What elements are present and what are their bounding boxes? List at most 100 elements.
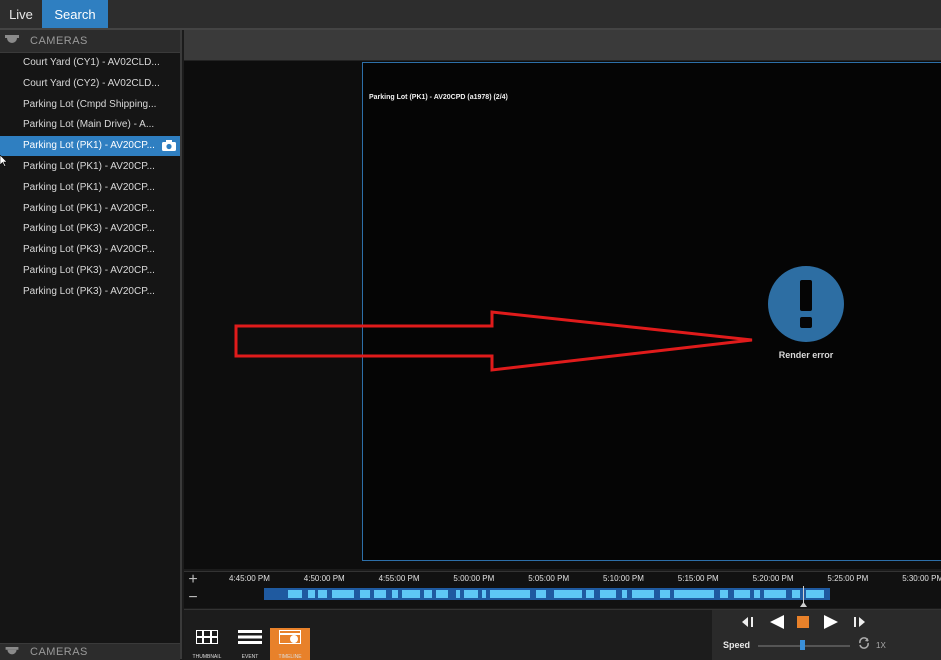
- camera-name: Parking Lot (PK1) - AV20CP...: [23, 181, 155, 193]
- recording-segment: [490, 590, 530, 598]
- error-exclamation-icon: [768, 266, 844, 342]
- recording-segment: [764, 590, 786, 598]
- cameras-footer-title: CAMERAS: [30, 646, 88, 658]
- recording-segment: [436, 590, 448, 598]
- camera-list-item[interactable]: Parking Lot (Main Drive) - A...: [0, 115, 180, 135]
- timeline-zoom-out-button[interactable]: −: [185, 590, 201, 606]
- mode-thumbnail-button[interactable]: THUMBNAIL: [187, 628, 227, 660]
- recording-segment: [536, 590, 546, 598]
- recording-segment: [288, 590, 302, 598]
- play-reverse-icon[interactable]: [768, 614, 786, 630]
- cameras-section-footer[interactable]: CAMERAS: [0, 643, 180, 660]
- recording-segment: [308, 590, 315, 598]
- camera-list-item[interactable]: Parking Lot (PK3) - AV20CP...: [0, 240, 180, 260]
- timeline-tick-label: 5:25:00 PM: [827, 574, 869, 583]
- recording-segment: [456, 590, 460, 598]
- camera-list-item[interactable]: Parking Lot (PK1) - AV20CP...: [0, 199, 180, 219]
- timeline-tick-label: 5:05:00 PM: [528, 574, 570, 583]
- timeline-zoom-in-button[interactable]: +: [185, 572, 201, 588]
- camera-name: Court Yard (CY1) - AV02CLD...: [23, 57, 160, 68]
- mouse-cursor-icon: [0, 155, 7, 167]
- viewer-toolbar: [184, 30, 941, 61]
- mode-timeline-button[interactable]: TIMELINE: [270, 628, 310, 660]
- cameras-section-header[interactable]: CAMERAS: [0, 30, 180, 53]
- speed-reset-icon[interactable]: [858, 637, 870, 649]
- thumbnail-grid-icon: [196, 630, 218, 644]
- speed-label: Speed: [723, 640, 751, 650]
- timeline-tick-label: 4:55:00 PM: [378, 574, 420, 583]
- camera-name: Court Yard (CY2) - AV02CLD...: [23, 77, 160, 89]
- step-back-icon[interactable]: [741, 616, 755, 628]
- camera-name: Parking Lot (PK1) - AV20CP...: [23, 202, 155, 214]
- annotation-arrow: [234, 310, 753, 372]
- camera-list-item[interactable]: Parking Lot (PK3) - AV20CP...: [0, 261, 180, 281]
- recording-segment: [392, 590, 398, 598]
- timeline-tick-label: 5:10:00 PM: [603, 574, 644, 583]
- timeline-tick-label: 4:50:00 PM: [303, 574, 345, 583]
- recording-segment: [622, 590, 627, 598]
- camera-name: Parking Lot (Cmpd Shipping...: [23, 98, 157, 110]
- camera-list-item[interactable]: Parking Lot (PK1) - AV20CP...: [0, 178, 180, 198]
- recording-segment: [402, 590, 420, 598]
- camera-name: Parking Lot (PK3) - AV20CP...: [23, 265, 155, 276]
- camera-list-item[interactable]: Court Yard (CY1) - AV02CLD...: [0, 53, 180, 73]
- timeline-playhead[interactable]: [800, 586, 807, 607]
- recording-segment: [792, 590, 800, 598]
- camera-list-item[interactable]: Parking Lot (PK3) - AV20CP...: [0, 219, 180, 239]
- recording-segment: [806, 590, 824, 598]
- recording-segment: [660, 590, 670, 598]
- recording-segment: [674, 590, 714, 598]
- camera-name: Parking Lot (PK1) - AV20CP...: [23, 161, 155, 172]
- viewer-camera-title: Parking Lot (PK1) - AV20CPD (a1978) (2/4…: [369, 94, 508, 101]
- recording-segment: [424, 590, 432, 598]
- recording-segment: [332, 590, 354, 598]
- mode-timeline-label: TIMELINE: [278, 654, 302, 660]
- recording-segment: [754, 590, 760, 598]
- snapshot-camera-icon[interactable]: [162, 140, 176, 152]
- camera-name: Parking Lot (Main Drive) - A...: [23, 119, 155, 131]
- camera-list-item[interactable]: Parking Lot (Cmpd Shipping...: [0, 95, 180, 115]
- camera-name: Parking Lot (PK3) - AV20CP...: [23, 285, 155, 297]
- camera-list-item[interactable]: Court Yard (CY2) - AV02CLD...: [0, 74, 180, 94]
- bottom-controls: THUMBNAIL EVENT TIMELINE Speed 1X: [184, 609, 941, 660]
- playhead-marker-icon: [800, 602, 807, 607]
- tab-search[interactable]: Search: [42, 0, 108, 28]
- recording-segment: [464, 590, 478, 598]
- timeline-tick-label: 4:45:00 PM: [229, 574, 270, 583]
- stop-icon[interactable]: [796, 615, 810, 629]
- camera-list-item[interactable]: Parking Lot (PK1) - AV20CP...: [0, 136, 180, 157]
- recording-segment: [318, 590, 327, 598]
- mode-event-label: EVENT: [241, 654, 259, 660]
- camera-sidebar: CAMERAS Court Yard (CY1) - AV02CLD... Cou…: [0, 30, 182, 660]
- camera-name: Parking Lot (PK3) - AV20CP...: [23, 244, 155, 256]
- render-error-message: Render error: [778, 350, 834, 360]
- tab-live[interactable]: Live: [0, 0, 42, 28]
- camera-list-item[interactable]: Parking Lot (PK1) - AV20CP...: [0, 157, 180, 177]
- mode-thumbnail-label: THUMBNAIL: [192, 654, 222, 660]
- speed-value: 1X: [876, 641, 886, 650]
- recording-segment: [720, 590, 728, 598]
- camera-list-item[interactable]: Parking Lot (PK3) - AV20CP...: [0, 282, 180, 302]
- timeline-tick-label: 5:15:00 PM: [677, 574, 719, 583]
- camera-name: Parking Lot (PK3) - AV20CP...: [23, 223, 155, 235]
- play-icon[interactable]: [822, 614, 840, 630]
- cameras-section-title: CAMERAS: [30, 35, 88, 47]
- timeline-tick-label: 5:30:00 PM: [902, 574, 941, 583]
- timeline-tick-label: 5:00:00 PM: [453, 574, 495, 583]
- timeline-recording-track[interactable]: [264, 588, 830, 600]
- recording-segment: [632, 590, 654, 598]
- speed-slider-handle[interactable]: [800, 640, 805, 650]
- camera-name: Parking Lot (PK1) - AV20CP...: [23, 140, 155, 152]
- recording-segment: [600, 590, 616, 598]
- recording-segment: [586, 590, 594, 598]
- mode-event-button[interactable]: EVENT: [230, 628, 270, 660]
- timeline-calendar-icon: [279, 630, 301, 644]
- step-forward-icon[interactable]: [852, 616, 866, 628]
- recording-segment: [374, 590, 386, 598]
- timeline-panel: + − 4:45:00 PM 4:50:00 PM 4:55:00 PM 5:00:0…: [184, 571, 941, 608]
- recording-segment: [482, 590, 486, 598]
- recording-segment: [734, 590, 750, 598]
- top-tab-bar: Live Search: [0, 0, 941, 30]
- timeline-tick-label: 5:20:00 PM: [752, 574, 794, 583]
- event-list-icon: [238, 630, 262, 644]
